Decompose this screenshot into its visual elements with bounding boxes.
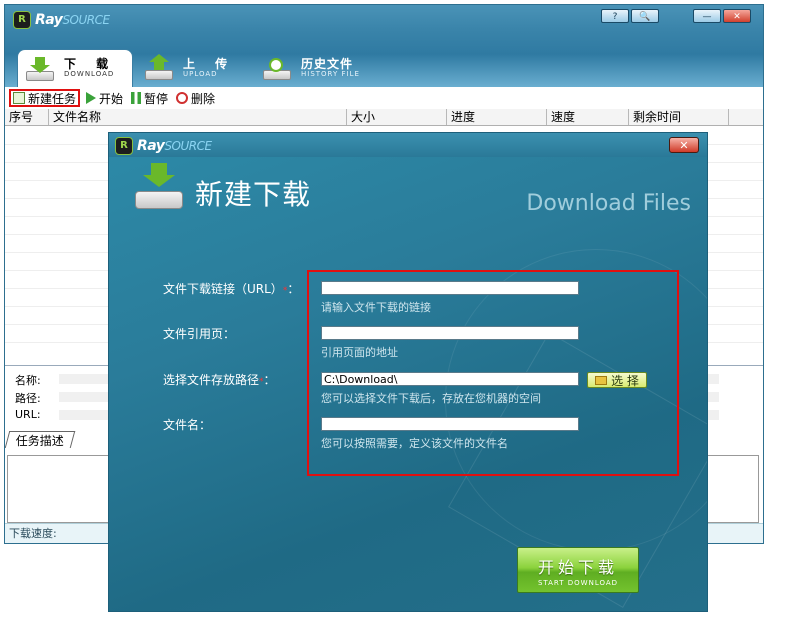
start-download-sublabel: START DOWNLOAD (537, 579, 619, 587)
logo-sub-text: SOURCE (62, 13, 110, 27)
save-path-input[interactable] (321, 372, 579, 386)
filename-label: 文件名： (163, 418, 212, 432)
pause-icon (131, 92, 142, 104)
url-hint: 请输入文件下载的链接 (321, 301, 431, 314)
task-table-header: 序号 文件名称 大小 进度 速度 剩余时间 (5, 109, 763, 126)
pause-button[interactable]: 暂停 (129, 89, 170, 107)
delete-icon (176, 92, 189, 104)
upload-tray-icon (145, 54, 173, 80)
referer-hint: 引用页面的地址 (321, 346, 398, 359)
download-speed-label: 下载速度: (9, 527, 57, 540)
delete-label: 删除 (191, 91, 216, 106)
folder-icon (595, 375, 608, 385)
info-path-label: 路径: (15, 392, 41, 405)
app-logo: R RaySOURCE (13, 11, 110, 29)
referer-label: 文件引用页： (163, 327, 236, 341)
column-header-progress[interactable]: 进度 (447, 109, 547, 125)
close-button[interactable]: ✕ (723, 9, 751, 23)
save-path-label: 选择文件存放路径*： (163, 373, 276, 387)
column-header-filename[interactable]: 文件名称 (49, 109, 347, 125)
column-header-remaining[interactable]: 剩余时间 (629, 109, 729, 125)
tab-history-label: 历史文件 (301, 56, 354, 71)
dialog-logo-sub: SOURCE (164, 139, 212, 153)
browse-label: 选 择 (611, 373, 639, 388)
tab-download[interactable]: 下 载 DOWNLOAD (17, 49, 133, 87)
pause-label: 暂停 (144, 91, 169, 106)
filename-hint: 您可以按照需要，定义该文件的文件名 (321, 437, 508, 450)
filename-input[interactable] (321, 417, 579, 431)
tab-upload-sublabel: UPLOAD (183, 69, 218, 78)
new-task-button[interactable]: 新建任务 (9, 89, 81, 107)
info-url-label: URL: (15, 408, 41, 421)
download-tray-icon (26, 56, 54, 81)
new-task-icon (13, 92, 25, 104)
new-download-dialog: R RaySOURCE ✕ 新建下载 Download Files 文件下载链接… (108, 132, 708, 612)
save-path-hint: 您可以选择文件下载后，存放在您机器的空间 (321, 392, 541, 405)
start-label: 开始 (99, 91, 124, 106)
delete-button[interactable]: 删除 (174, 89, 217, 107)
logo-main-text: Ray (35, 12, 63, 28)
dialog-logo-main: Ray (137, 138, 165, 154)
play-icon (86, 92, 97, 104)
new-task-label: 新建任务 (28, 91, 77, 106)
download-tray-icon (135, 163, 185, 209)
referer-input[interactable] (321, 326, 579, 340)
help-button[interactable]: ? (601, 9, 629, 23)
tab-upload[interactable]: 上 传 UPLOAD (137, 49, 235, 87)
tab-upload-label: 上 传 (183, 56, 236, 71)
help-buttons: ? 🔍 (599, 9, 659, 23)
toolbar: 新建任务 开始 暂停 删除 (5, 87, 763, 110)
task-description-label: 任务描述 (15, 434, 64, 448)
dialog-title-bar: R RaySOURCE ✕ (109, 133, 707, 157)
column-header-size[interactable]: 大小 (347, 109, 447, 125)
raysource-logo-icon: R (115, 137, 133, 155)
search-button[interactable]: 🔍 (631, 9, 659, 23)
dialog-close-button[interactable]: ✕ (669, 137, 699, 153)
url-label: 文件下载链接（URL）*： (163, 282, 300, 296)
url-input[interactable] (321, 281, 579, 295)
info-name-label: 名称: (15, 374, 41, 387)
tab-task-description[interactable]: 任务描述 (5, 431, 76, 448)
window-controls: — ✕ (691, 9, 751, 23)
dialog-subtitle: Download Files (526, 191, 691, 216)
start-button[interactable]: 开始 (84, 89, 125, 107)
tab-download-sublabel: DOWNLOAD (64, 70, 115, 79)
minimize-button[interactable]: — (693, 9, 721, 23)
column-header-speed[interactable]: 速度 (547, 109, 629, 125)
raysource-logo-icon: R (13, 11, 31, 29)
tab-history[interactable]: 历史文件 HISTORY FILE (255, 49, 360, 87)
dialog-logo: R RaySOURCE (115, 137, 212, 155)
browse-button[interactable]: 选 择 (587, 372, 647, 388)
start-download-label: 开始下载 (537, 558, 618, 577)
start-download-button[interactable]: 开始下载 START DOWNLOAD (517, 547, 639, 593)
title-bar: R RaySOURCE ? 🔍 — ✕ 下 载 DOWNLOAD 上 传 UPL… (5, 5, 763, 87)
column-header-index[interactable]: 序号 (5, 109, 49, 125)
tab-history-sublabel: HISTORY FILE (301, 69, 360, 78)
dialog-heading: 新建下载 (195, 178, 312, 211)
history-clock-icon (263, 56, 291, 80)
